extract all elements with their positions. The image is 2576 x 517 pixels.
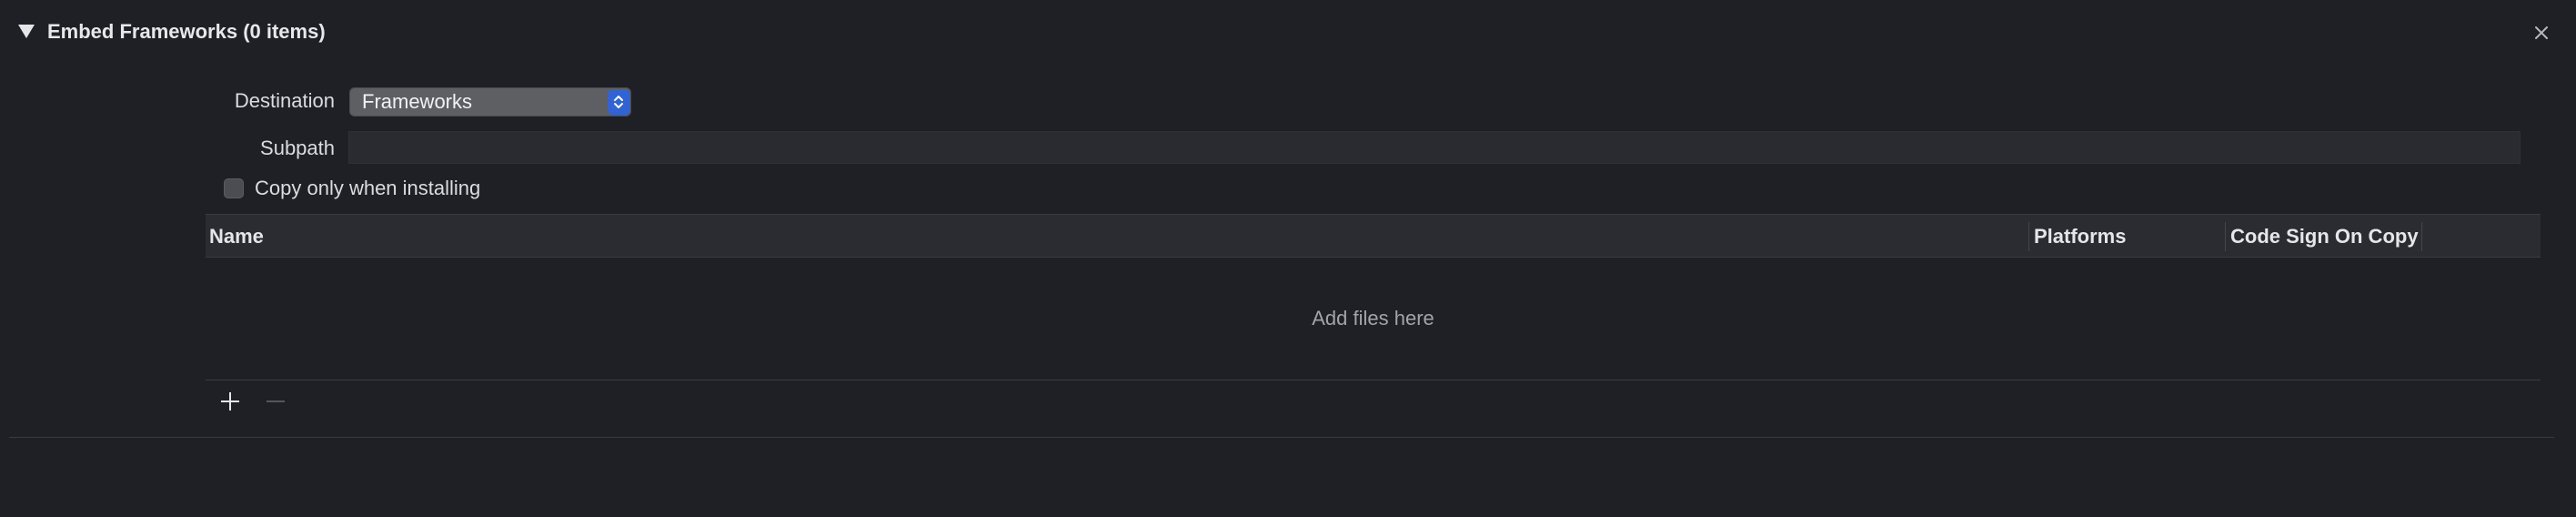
- column-divider[interactable]: [2225, 222, 2226, 251]
- build-phase-panel: Embed Frameworks (0 items) Destination F…: [0, 0, 2576, 517]
- empty-table-message: Add files here: [1312, 307, 1434, 329]
- files-table: Name Platforms Code Sign On Copy Add fil…: [206, 214, 2541, 381]
- copy-only-label[interactable]: Copy only when installing: [255, 175, 480, 202]
- plus-icon[interactable]: [218, 390, 242, 413]
- column-header-name[interactable]: Name: [209, 223, 264, 250]
- table-header: Name Platforms Code Sign On Copy: [206, 214, 2541, 258]
- build-phase-header: Embed Frameworks (0 items): [0, 0, 2576, 66]
- close-icon[interactable]: [2529, 20, 2554, 46]
- column-divider[interactable]: [2421, 222, 2422, 251]
- column-divider[interactable]: [2028, 222, 2029, 251]
- subpath-label: Subpath: [260, 137, 335, 159]
- subpath-input[interactable]: [348, 131, 2521, 164]
- build-phase-title[interactable]: Embed Frameworks (0 items): [47, 18, 326, 46]
- minus-icon[interactable]: [264, 390, 287, 413]
- disclosure-triangle-down-icon[interactable]: [16, 22, 36, 42]
- chevron-up-down-icon: [608, 89, 629, 115]
- copy-only-checkbox[interactable]: [224, 178, 244, 198]
- column-header-platforms[interactable]: Platforms: [2034, 223, 2126, 250]
- destination-popup[interactable]: Frameworks: [349, 87, 631, 117]
- destination-label: Destination: [234, 89, 335, 112]
- column-header-code-sign[interactable]: Code Sign On Copy: [2230, 223, 2419, 250]
- section-divider: [9, 437, 2554, 438]
- destination-value: Frameworks: [362, 90, 473, 113]
